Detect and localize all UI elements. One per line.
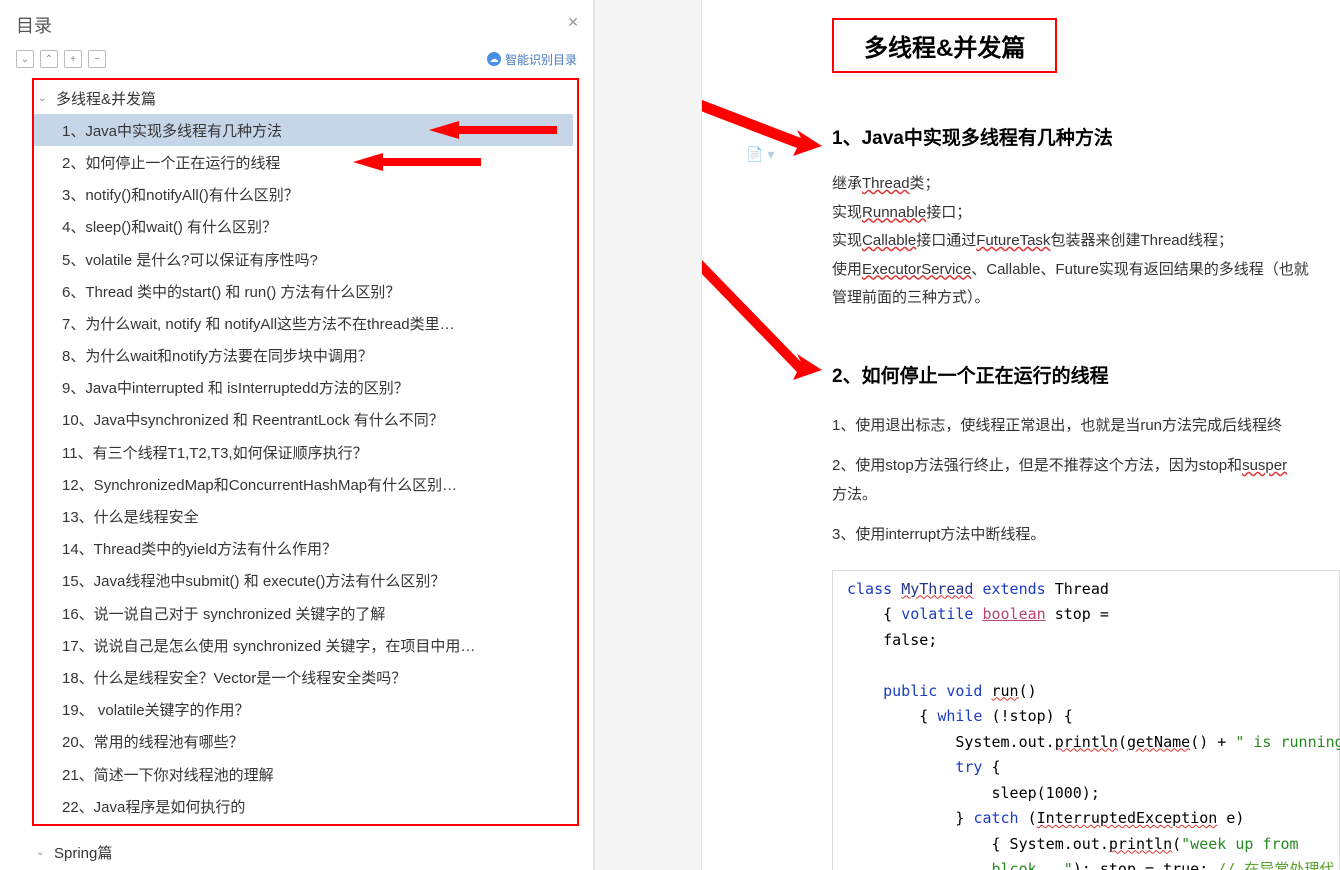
expand-up-icon[interactable]: ⌃ [40, 50, 58, 68]
section-heading-2: 2、如何停止一个正在运行的线程 [832, 361, 1340, 388]
toc-item[interactable]: 3、notify()和notifyAll()有什么区别？ [34, 179, 573, 211]
paragraph: 管理前面的三种方式）。 [832, 284, 1340, 313]
toc-label: 20、常用的线程池有哪些？ [62, 731, 567, 752]
cloud-icon: ☁ [487, 52, 501, 66]
toc-toolbar: ⌄ ⌃ + − ☁ 智能识别目录 [0, 50, 593, 76]
toc-label: 14、Thread类中的yield方法有什么作用？ [62, 538, 567, 559]
toc-label: 19、 volatile关键字的作用？ [62, 699, 567, 720]
toc-label: 9、Java中interrupted 和 isInterruptedd方法的区别… [62, 377, 567, 398]
toc-title: 目录 [16, 12, 577, 38]
toc-item[interactable]: 17、说说自己是怎么使用 synchronized 关键字，在项目中用… [34, 629, 573, 661]
toc-label: 5、volatile 是什么?可以保证有序性吗? [62, 249, 567, 270]
smart-recognize-button[interactable]: ☁ 智能识别目录 [487, 51, 577, 68]
document-content[interactable]: 📄 ▾ 多线程&并发篇 1、Java中实现多线程有几种方法 继承Thread类；… [702, 0, 1340, 870]
toc-item[interactable]: 22、Java程序是如何执行的 [34, 790, 573, 822]
annotation-box: ⌄ 多线程&并发篇 1、Java中实现多线程有几种方法 2、如何停止一个正在运行… [32, 78, 579, 826]
page-icon[interactable]: 📄 ▾ [746, 146, 774, 163]
paragraph: 使用ExecutorService、Callable、Future实现有返回结果… [832, 256, 1340, 285]
toc-label: 1、Java中实现多线程有几种方法 [62, 120, 567, 141]
toc-sidebar: 目录 ✕ ⌄ ⌃ + − ☁ 智能识别目录 ⌄ 多线程&并发篇 1、Java中实… [0, 0, 594, 870]
toc-item[interactable]: 4、sleep()和wait() 有什么区别？ [34, 211, 573, 243]
smart-label: 智能识别目录 [505, 51, 577, 68]
close-icon[interactable]: ✕ [567, 14, 579, 31]
plus-icon[interactable]: + [64, 50, 82, 68]
toc-item[interactable]: 12、SynchronizedMap和ConcurrentHashMap有什么区… [34, 468, 573, 500]
toc-label: 12、SynchronizedMap和ConcurrentHashMap有什么区… [62, 474, 567, 495]
toc-label: Spring篇 [54, 842, 581, 863]
toc-item[interactable]: 1、Java中实现多线程有几种方法 [34, 114, 573, 146]
toc-item[interactable]: 5、volatile 是什么?可以保证有序性吗? [34, 243, 573, 275]
toc-label: 10、Java中synchronized 和 ReentrantLock 有什么… [62, 409, 567, 430]
toc-item[interactable]: 13、什么是线程安全 [34, 500, 573, 532]
toc-label: 8、为什么wait和notify方法要在同步块中调用？ [62, 345, 567, 366]
toc-label: 6、Thread 类中的start() 和 run() 方法有什么区别？ [62, 281, 567, 302]
chevron-down-icon: ⌄ [36, 847, 48, 858]
toc-label: 13、什么是线程安全 [62, 506, 567, 527]
toc-label: 多线程&并发篇 [56, 88, 567, 109]
toc-label: 11、有三个线程T1,T2,T3,如何保证顺序执行？ [62, 442, 567, 463]
toc-item[interactable]: 21、简述一下你对线程池的理解 [34, 758, 573, 790]
toc-item[interactable]: 19、 volatile关键字的作用？ [34, 694, 573, 726]
toc-item[interactable]: 14、Thread类中的yield方法有什么作用？ [34, 533, 573, 565]
paragraph: 继承Thread类； [832, 170, 1340, 199]
paragraph: 方法。 [832, 481, 1340, 510]
toc-label: 3、notify()和notifyAll()有什么区别？ [62, 184, 567, 205]
toc-item[interactable]: 2、如何停止一个正在运行的线程 [34, 146, 573, 178]
toc-item[interactable]: 15、Java线程池中submit() 和 execute()方法有什么区别？ [34, 565, 573, 597]
section-heading-1: 1、Java中实现多线程有几种方法 [832, 123, 1340, 150]
toc-label: 18、什么是线程安全？Vector是一个线程安全类吗？ [62, 667, 567, 688]
toc-item[interactable]: 18、什么是线程安全？Vector是一个线程安全类吗？ [34, 661, 573, 693]
toc-section-thread[interactable]: ⌄ 多线程&并发篇 [34, 82, 573, 114]
paragraph: 1、使用退出标志，使线程正常退出，也就是当run方法完成后线程终 [832, 412, 1340, 441]
expand-down-icon[interactable]: ⌄ [16, 50, 34, 68]
toc-item[interactable]: 16、说一说自己对于 synchronized 关键字的了解 [34, 597, 573, 629]
toc-label: 16、说一说自己对于 synchronized 关键字的了解 [62, 603, 567, 624]
toc-item[interactable]: 9、Java中interrupted 和 isInterruptedd方法的区别… [34, 372, 573, 404]
toc-item[interactable]: 6、Thread 类中的start() 和 run() 方法有什么区别？ [34, 275, 573, 307]
toc-label: 2、如何停止一个正在运行的线程 [62, 152, 567, 173]
minus-icon[interactable]: − [88, 50, 106, 68]
paragraph: 3、使用interrupt方法中断线程。 [832, 521, 1340, 550]
toc-tree[interactable]: ⌄ 多线程&并发篇 1、Java中实现多线程有几种方法 2、如何停止一个正在运行… [0, 76, 593, 870]
paragraph: 2、使用stop方法强行终止，但是不推荐这个方法，因为stop和susper [832, 452, 1340, 481]
paragraph: 实现Callable接口通过FutureTask包装器来创建Thread线程； [832, 227, 1340, 256]
paragraph: 实现Runnable接口； [832, 199, 1340, 228]
toc-item[interactable]: 8、为什么wait和notify方法要在同步块中调用？ [34, 340, 573, 372]
toc-label: 7、为什么wait, notify 和 notifyAll这些方法不在threa… [62, 313, 567, 334]
toc-item[interactable]: 11、有三个线程T1,T2,T3,如何保证顺序执行？ [34, 436, 573, 468]
toc-item[interactable]: 20、常用的线程池有哪些？ [34, 726, 573, 758]
toc-label: 4、sleep()和wait() 有什么区别？ [62, 216, 567, 237]
toc-label: 15、Java线程池中submit() 和 execute()方法有什么区别？ [62, 570, 567, 591]
toc-item[interactable]: 7、为什么wait, notify 和 notifyAll这些方法不在threa… [34, 307, 573, 339]
toc-label: 21、简述一下你对线程池的理解 [62, 764, 567, 785]
toc-section-spring[interactable]: ⌄ Spring篇 [32, 836, 587, 868]
page-gutter [594, 0, 702, 870]
toc-label: 22、Java程序是如何执行的 [62, 796, 567, 817]
code-block: class MyThread extends Thread { volatile… [832, 570, 1340, 870]
page-title: 多线程&并发篇 [832, 18, 1057, 73]
toc-label: 17、说说自己是怎么使用 synchronized 关键字，在项目中用… [62, 635, 567, 656]
toc-item[interactable]: 10、Java中synchronized 和 ReentrantLock 有什么… [34, 404, 573, 436]
chevron-down-icon: ⌄ [38, 93, 50, 104]
